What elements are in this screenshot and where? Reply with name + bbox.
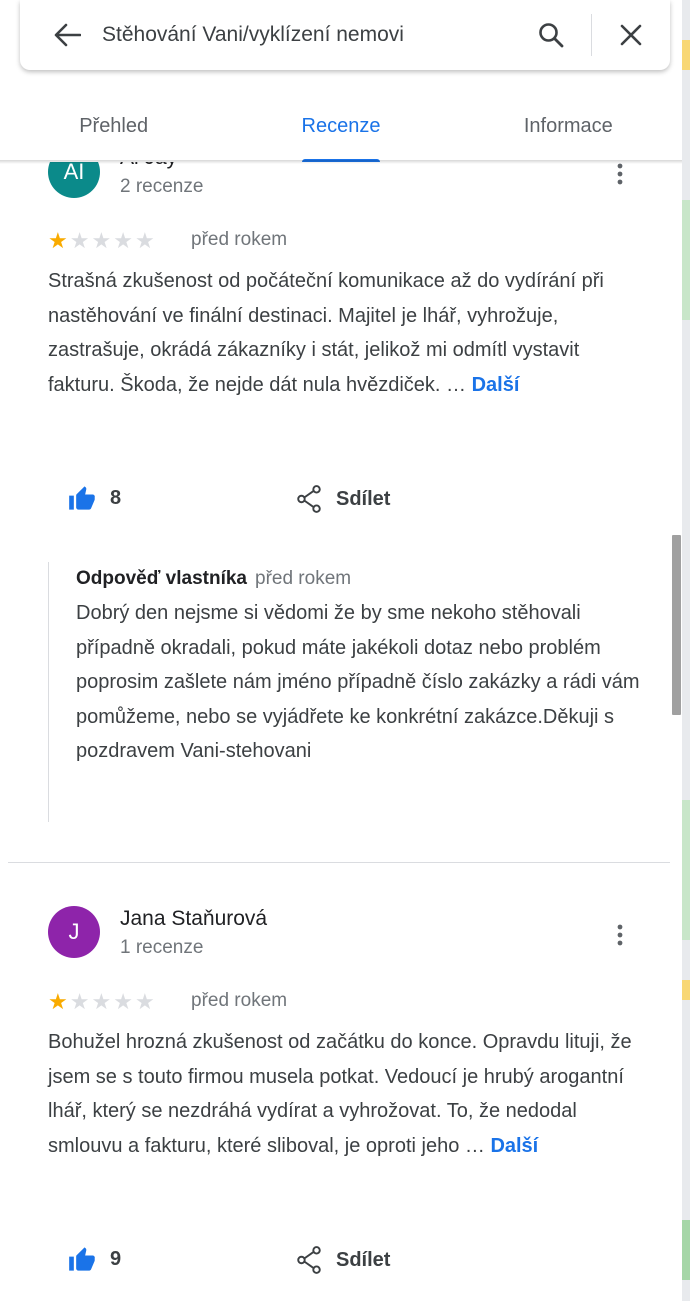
more-link[interactable]: Další (490, 1135, 538, 1157)
star-rating: ★ ★ ★ ★ ★ (48, 991, 155, 1013)
tab-info[interactable]: Informace (455, 90, 682, 162)
avatar[interactable]: J (48, 906, 100, 958)
star-icon: ★ (91, 228, 112, 253)
star-icon: ★ (69, 989, 90, 1014)
thumb-up-icon (69, 1247, 95, 1271)
review-text: Bohužel hrozná zkušenost od začátku do k… (48, 1031, 632, 1157)
review-text: Strašná zkušenost od počáteční komunikac… (48, 270, 604, 396)
like-button[interactable]: 9 (68, 1246, 121, 1272)
more-link[interactable]: Další (472, 374, 520, 396)
share-label: Sdílet (336, 487, 391, 510)
owner-reply-label: Odpověď vlastníka (76, 568, 247, 589)
share-label: Sdílet (336, 1248, 391, 1271)
arrow-back-icon (54, 23, 81, 47)
like-count: 8 (110, 486, 122, 509)
star-icon: ★ (91, 989, 112, 1014)
share-icon (297, 485, 321, 513)
tabs-shadow (0, 160, 682, 164)
like-count: 9 (110, 1247, 122, 1270)
thumb-up-icon (69, 486, 95, 510)
share-button[interactable]: Sdílet (296, 1246, 390, 1274)
scrollbar-thumb[interactable] (672, 535, 681, 715)
owner-reply-date: před rokem (255, 568, 352, 589)
more-options-button[interactable] (606, 917, 634, 953)
star-rating: ★ ★ ★ ★ ★ (48, 230, 155, 252)
back-button[interactable] (38, 6, 96, 64)
review-author[interactable]: Jana Staňurová (120, 907, 267, 931)
review-date: před rokem (191, 229, 288, 250)
star-icon: ★ (134, 228, 155, 253)
owner-reply: Odpověď vlastníka před rokem Dobrý den ne… (48, 562, 648, 822)
place-tabs: Přehled Recenze Informace (0, 90, 682, 162)
share-icon (297, 1246, 321, 1274)
search-icon (539, 23, 564, 48)
review-count: 1 recenze (120, 937, 204, 958)
search-divider (591, 14, 592, 56)
star-icon: ★ (48, 989, 68, 1014)
review-date: před rokem (191, 990, 288, 1011)
star-icon: ★ (113, 989, 133, 1014)
search-input[interactable]: Stěhování Vani/vyklízení nemovi (96, 23, 521, 47)
tab-overview[interactable]: Přehled (0, 90, 227, 162)
map-edge[interactable] (682, 0, 690, 1301)
more-vert-icon (617, 163, 623, 185)
tab-reviews[interactable]: Recenze (227, 90, 454, 162)
review-count: 2 recenze (120, 176, 204, 197)
search-button[interactable] (521, 6, 581, 64)
scrollbar-track[interactable] (670, 160, 682, 1301)
star-icon: ★ (113, 228, 133, 253)
like-button[interactable]: 8 (68, 485, 121, 511)
star-icon: ★ (69, 228, 90, 253)
search-bar: Stěhování Vani/vyklízení nemovi (20, 0, 670, 70)
owner-reply-text: Dobrý den nejsme si vědomi že by sme nek… (76, 602, 640, 762)
star-icon: ★ (48, 228, 68, 253)
close-icon (620, 24, 642, 46)
review-divider (8, 862, 670, 863)
star-icon: ★ (134, 989, 155, 1014)
share-button[interactable]: Sdílet (296, 485, 390, 513)
more-vert-icon (617, 924, 623, 946)
close-button[interactable] (602, 6, 660, 64)
reviews-panel: AI Al Jay 2 recenze ★ ★ ★ ★ ★ před rokem… (0, 0, 670, 1301)
